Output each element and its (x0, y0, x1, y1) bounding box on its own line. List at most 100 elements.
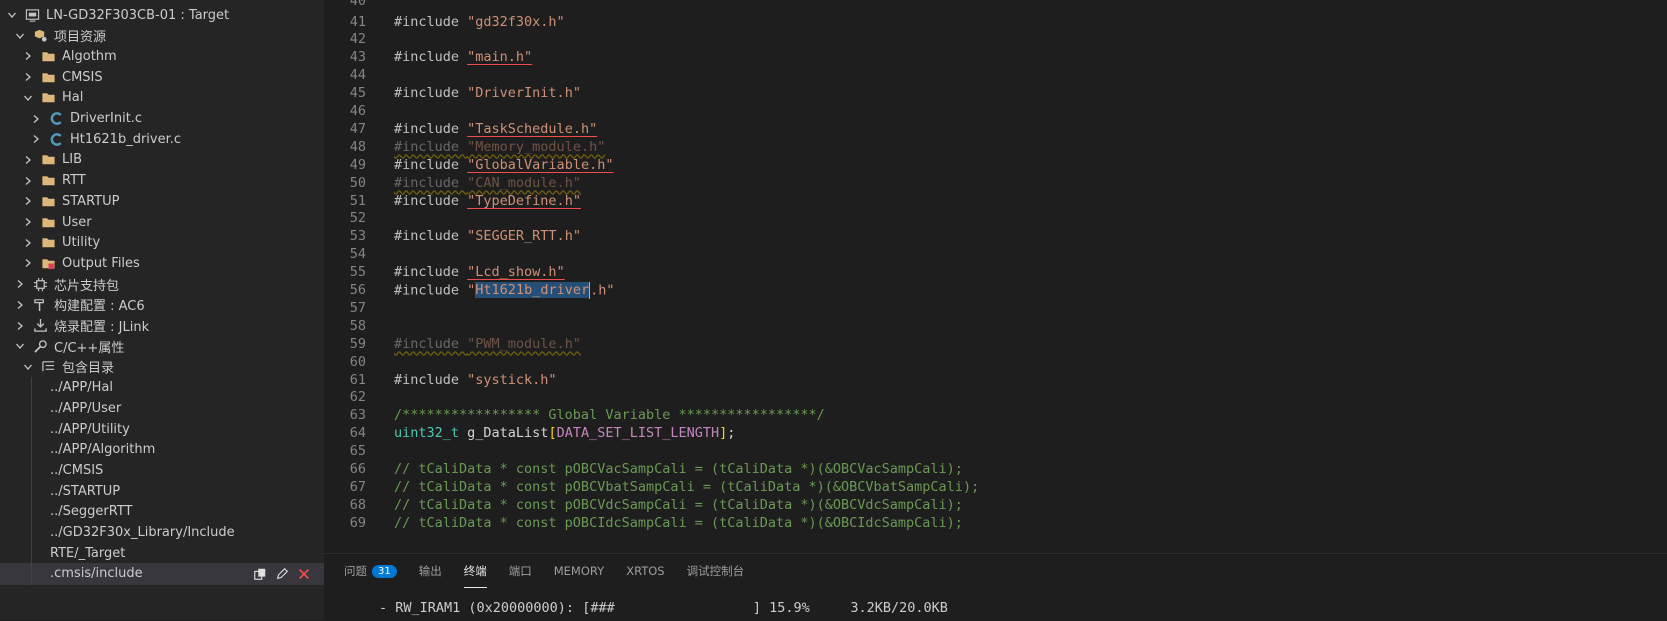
panel-tab[interactable]: XRTOS (626, 554, 664, 588)
chevron-right-icon[interactable] (20, 69, 36, 85)
chevron-right-icon[interactable] (20, 48, 36, 64)
chevron-right-icon[interactable] (28, 111, 44, 127)
chevron-right-icon[interactable] (20, 173, 36, 189)
project-icon (24, 7, 40, 23)
tree-item[interactable]: 烧录配置 : JLink (0, 315, 324, 337)
code-token: DATA_SET_LIST_LENGTH (556, 425, 720, 442)
code-line: 65 (324, 442, 1667, 461)
line-number: 56 (349, 282, 366, 298)
code-text: #include "TypeDefine.h" (394, 193, 581, 209)
tree-item[interactable]: RTT (0, 170, 324, 192)
chevron-right-icon[interactable] (20, 152, 36, 168)
tree-item[interactable]: C/C++属性 (0, 335, 324, 357)
code-line: 42 (324, 30, 1667, 49)
code-token: g_DataList (459, 425, 549, 442)
line-number: 45 (349, 85, 366, 102)
line-number: 59 (349, 335, 366, 352)
line-number: 44 (349, 67, 366, 84)
code-text: #include "Ht1621b_driver.h" (394, 281, 614, 299)
code-line: 62 (324, 388, 1667, 407)
download-icon (32, 318, 48, 334)
chevron-down-icon[interactable] (4, 7, 20, 23)
tree-item[interactable]: 包含目录 (0, 356, 324, 378)
line-number: 60 (349, 353, 366, 370)
chevron-down-icon[interactable] (20, 359, 36, 375)
panel-tab-label: 输出 (418, 564, 442, 578)
indent-guide (31, 562, 32, 585)
indent-guide (31, 521, 32, 544)
c-file-icon (48, 131, 64, 147)
tree-item[interactable]: 芯片支持包 (0, 273, 324, 295)
tree-item[interactable]: LN-GD32F303CB-01 : Target (0, 4, 324, 26)
chevron-right-icon[interactable] (20, 235, 36, 251)
panel-tab[interactable]: 终端 (463, 554, 487, 588)
panel-tab-label: 调试控制台 (686, 564, 745, 578)
panel-tab[interactable]: 输出 (419, 554, 442, 588)
list-icon (40, 359, 56, 375)
panel-tab[interactable]: MEMORY (554, 554, 604, 588)
code-line: 59 #include "PWM_module.h" (324, 334, 1667, 353)
tree-item[interactable]: Hal (0, 87, 324, 109)
chevron-right-icon[interactable] (12, 276, 28, 292)
tree-item[interactable]: 构建配置 : AC6 (0, 294, 324, 316)
tree-item[interactable]: RTE/_Target (0, 542, 324, 565)
code-token: #include (394, 49, 468, 66)
chevron-down-icon[interactable] (12, 28, 28, 44)
tree-item[interactable]: DriverInit.c (0, 108, 324, 130)
delete-icon[interactable] (296, 566, 312, 582)
panel-tab-label: XRTOS (626, 564, 665, 578)
code-line: 45 #include "DriverInit.h" (324, 84, 1667, 103)
chevron-right-icon[interactable] (12, 297, 28, 313)
hammer-icon (32, 297, 48, 313)
tree-item[interactable]: Algothm (0, 45, 324, 67)
tree-item[interactable]: ../GD32F30x_Library/Include (0, 521, 324, 544)
code-token: uint32_t (394, 425, 460, 442)
chevron-right-icon[interactable] (12, 318, 28, 334)
code-line: 61 #include "systick.h" (324, 370, 1667, 389)
copy-icon[interactable] (252, 566, 268, 582)
chevron-right-icon[interactable] (20, 255, 36, 271)
tree-item-label: Utility (62, 235, 101, 251)
tree-item[interactable]: User (0, 211, 324, 233)
tree-item[interactable]: CMSIS (0, 66, 324, 88)
tree-item[interactable]: ../CMSIS (0, 459, 324, 482)
code-token: "PWM_module.h" (467, 335, 581, 352)
chevron-right-icon[interactable] (20, 193, 36, 209)
folder-icon (40, 214, 56, 230)
tree-item[interactable]: Utility (0, 232, 324, 254)
tree-item[interactable]: ../APP/Utility (0, 418, 324, 440)
line-number: 65 (349, 443, 366, 460)
code-text: /***************** Global Variable *****… (394, 407, 825, 423)
code-text: #include "SEGGER_RTT.h" (394, 228, 581, 244)
tree-item[interactable]: ../APP/Hal (0, 376, 324, 399)
panel-tab[interactable]: 调试控制台 (687, 554, 745, 588)
edit-icon[interactable] (274, 566, 290, 582)
indent-guide (31, 397, 32, 420)
panel-tab[interactable]: 问题 31 (344, 554, 397, 588)
code-token: "Memory_module.h" (467, 138, 606, 155)
chevron-down-icon[interactable] (20, 90, 36, 106)
code-line: 69 // tCaliData * const pOBCIdcSampCali =… (324, 513, 1667, 532)
chevron-down-icon[interactable] (12, 338, 28, 354)
code-line: 52 (324, 209, 1667, 228)
chevron-right-icon[interactable] (28, 131, 44, 147)
panel-tab[interactable]: 端口 (509, 554, 532, 588)
tree-item[interactable]: ../APP/Algorithm (0, 438, 324, 461)
tree-item[interactable]: STARTUP (0, 190, 324, 212)
tree-item[interactable]: 项目资源 (0, 25, 324, 47)
line-number: 51 (349, 192, 366, 209)
tree-item[interactable]: Ht1621b_driver.c (0, 128, 324, 150)
tree-item[interactable]: ../STARTUP (0, 480, 324, 503)
tree-item[interactable]: .cmsis/include (0, 562, 324, 585)
tree-item[interactable]: ../APP/User (0, 397, 324, 420)
code-token: "main.h" (467, 49, 533, 66)
chevron-right-icon[interactable] (20, 214, 36, 230)
folder-icon (40, 69, 56, 85)
code-editor[interactable]: 40 41 #include "gd32f30x.h" 42 43 #include "… (324, 0, 1667, 553)
code-token: "GlobalVariable.h" (467, 156, 614, 173)
tree-item[interactable]: LIB (0, 149, 324, 171)
line-number: 61 (349, 371, 366, 388)
tree-item[interactable]: Output Files (0, 252, 324, 274)
tree-item[interactable]: ../SeggerRTT (0, 500, 324, 523)
folder-icon (40, 152, 56, 168)
